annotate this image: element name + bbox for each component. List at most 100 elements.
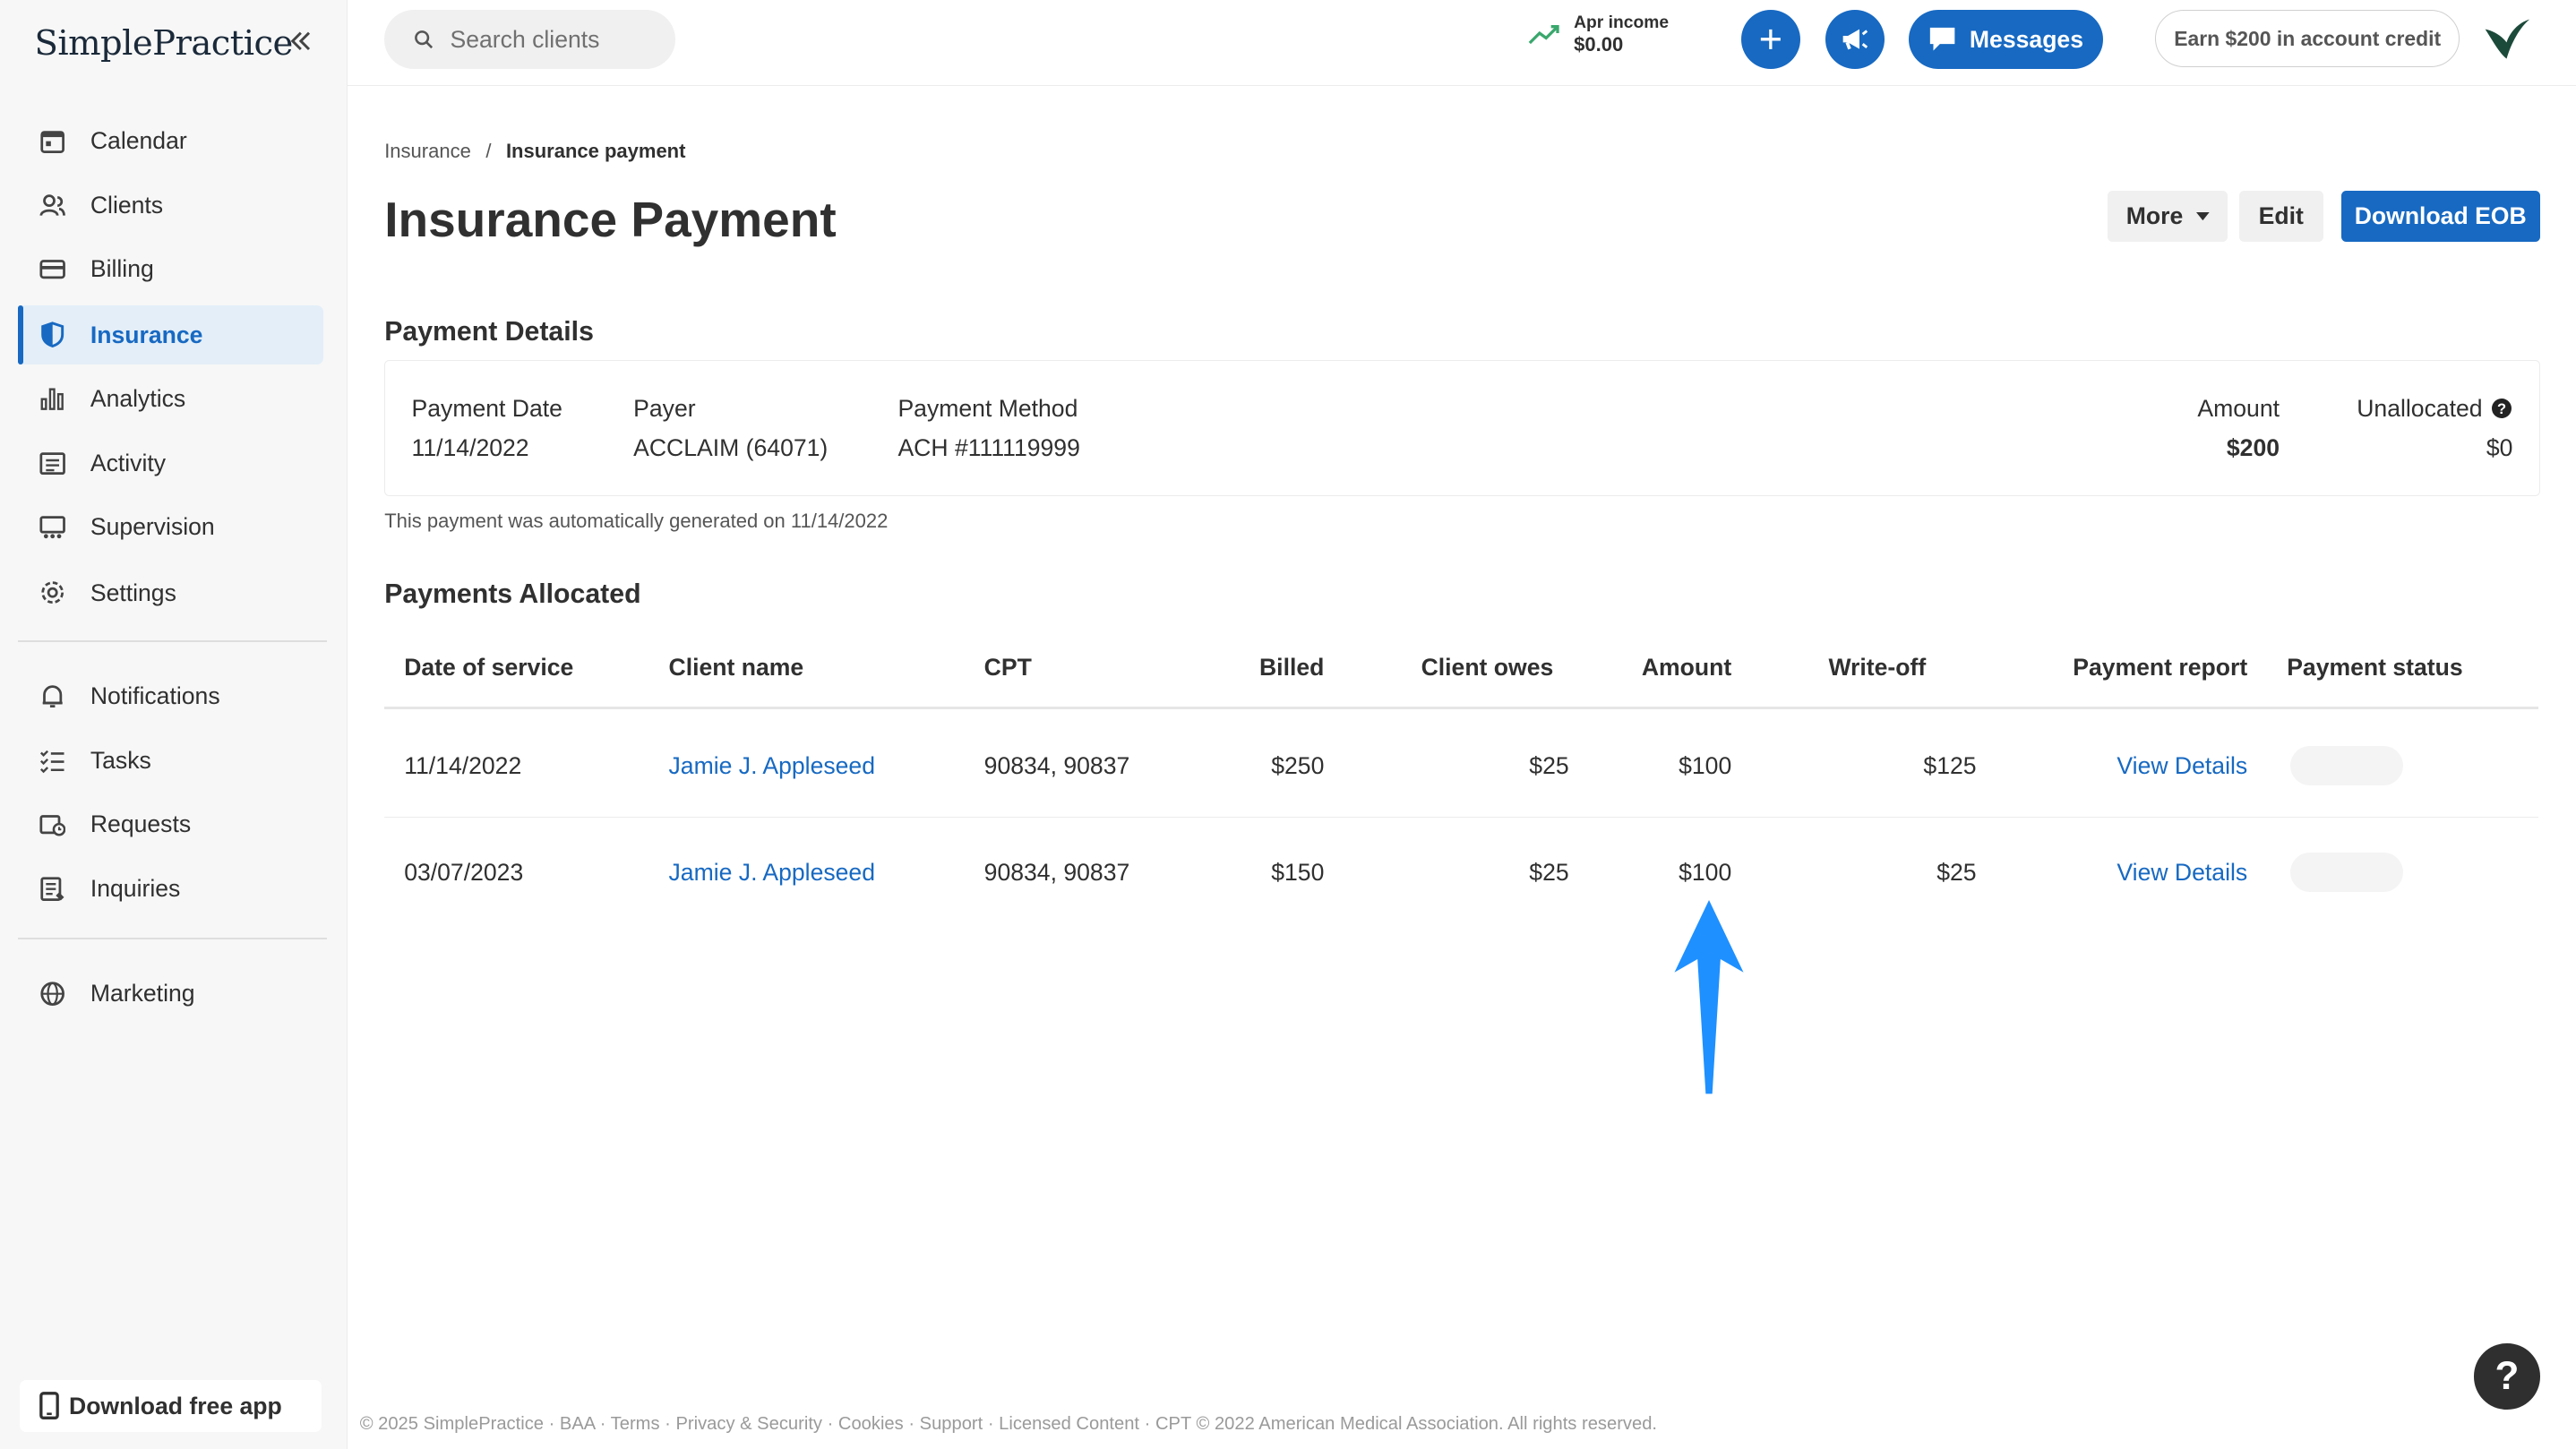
footer-links[interactable]: © 2025 SimplePractice · BAA · Terms · Pr… — [360, 1414, 1657, 1435]
sidebar-item-requests[interactable]: Requests — [18, 795, 323, 854]
sidebar-item-label: Activity — [90, 449, 167, 476]
requests-icon — [38, 810, 67, 839]
sidebar-item-label: Marketing — [90, 980, 195, 1007]
caret-down-icon — [2195, 211, 2210, 220]
payment-date-value: 11/14/2022 — [411, 434, 529, 462]
income-label: Apr income — [1574, 13, 1670, 32]
breadcrumb-current: Insurance payment — [505, 139, 686, 162]
column-header: Client name — [668, 654, 804, 681]
payment-status-badge — [2289, 852, 2404, 892]
sidebar-item-marketing[interactable]: Marketing — [18, 965, 323, 1024]
globe-icon — [38, 979, 67, 1008]
sidebar-divider — [18, 938, 327, 940]
help-button[interactable]: ? — [2474, 1343, 2540, 1410]
plus-icon — [1759, 28, 1782, 51]
sidebar-item-calendar[interactable]: Calendar — [18, 112, 323, 171]
clients-icon — [38, 191, 67, 220]
phone-icon — [39, 1392, 59, 1420]
bell-icon — [38, 682, 67, 711]
messages-label: Messages — [1969, 25, 2083, 53]
chat-icon — [1928, 26, 1956, 52]
collapse-sidebar-icon[interactable] — [289, 30, 313, 60]
activity-icon — [38, 449, 67, 478]
search-icon — [414, 30, 434, 49]
cell-cpt: 90834, 90837 — [983, 859, 1130, 887]
more-button[interactable]: More — [2108, 190, 2228, 242]
download-eob-label: Download EOB — [2354, 201, 2527, 229]
trend-up-icon — [1528, 23, 1561, 47]
edit-button[interactable]: Edit — [2239, 190, 2323, 242]
sidebar-item-label: Settings — [90, 579, 176, 606]
cell-billed: $150 — [1271, 859, 1325, 887]
sidebar-item-supervision[interactable]: Supervision — [18, 498, 323, 557]
column-header: CPT — [983, 654, 1032, 681]
brand-leaf-icon[interactable] — [2482, 16, 2531, 69]
sidebar-item-label: Clients — [90, 191, 164, 219]
income-widget[interactable]: Apr income $0.00 — [1528, 13, 1669, 56]
client-name-link[interactable]: Jamie J. Appleseed — [669, 859, 875, 887]
sidebar-item-label: Tasks — [90, 746, 151, 774]
income-value: $0.00 — [1574, 32, 1624, 56]
sidebar-item-notifications[interactable]: Notifications — [18, 667, 323, 726]
app-logo[interactable]: SimplePractice — [35, 23, 294, 64]
cell-write-off: $125 — [1923, 752, 1977, 780]
sidebar-item-clients[interactable]: Clients — [18, 176, 323, 235]
search-input[interactable] — [446, 23, 667, 56]
earn-credit-label: Earn $200 in account credit — [2174, 26, 2442, 50]
sidebar-item-label: Inquiries — [90, 874, 181, 902]
sidebar: SimplePractice Calendar Clients Billing … — [0, 0, 348, 1449]
sidebar-divider — [18, 640, 327, 643]
messages-button[interactable]: Messages — [1909, 10, 2103, 70]
breadcrumb-separator: / — [485, 139, 492, 162]
auto-generated-note: This payment was automatically generated… — [384, 509, 889, 532]
earn-credit-button[interactable]: Earn $200 in account credit — [2155, 10, 2460, 68]
help-circle-icon[interactable]: ? — [2491, 395, 2512, 425]
column-header: Payment report — [2073, 654, 2248, 681]
amount-label: Amount — [2197, 395, 2280, 423]
page-title: Insurance Payment — [384, 191, 837, 247]
sidebar-item-billing[interactable]: Billing — [18, 240, 323, 299]
cell-date: 03/07/2023 — [404, 859, 524, 887]
sidebar-item-label: Analytics — [90, 385, 186, 413]
payment-method-label: Payment Method — [897, 395, 1078, 423]
svg-text:?: ? — [2497, 401, 2506, 417]
payer-label: Payer — [633, 395, 696, 423]
column-header: Write-off — [1828, 654, 1927, 681]
sidebar-item-label: Calendar — [90, 127, 187, 155]
cell-amount: $100 — [1679, 859, 1732, 887]
view-details-link[interactable]: View Details — [2117, 752, 2247, 780]
column-header: Amount — [1641, 654, 1732, 681]
add-button[interactable] — [1741, 10, 1801, 70]
sidebar-item-insurance[interactable]: Insurance — [18, 305, 324, 365]
breadcrumb-parent-link[interactable]: Insurance — [384, 140, 471, 162]
table-header-divider — [384, 706, 2538, 710]
payments-allocated-heading: Payments Allocated — [384, 579, 641, 610]
sidebar-item-tasks[interactable]: Tasks — [18, 731, 323, 790]
view-details-link[interactable]: View Details — [2117, 859, 2247, 887]
payment-details-card: Payment Date 11/14/2022 Payer ACCLAIM (6… — [384, 359, 2540, 497]
sidebar-item-inquiries[interactable]: Inquiries — [18, 859, 323, 918]
download-eob-button[interactable]: Download EOB — [2340, 190, 2540, 242]
sidebar-item-settings[interactable]: Settings — [18, 563, 323, 622]
tasks-icon — [38, 746, 67, 776]
cell-date: 11/14/2022 — [404, 752, 522, 780]
calendar-icon — [38, 126, 67, 156]
cell-amount: $100 — [1679, 752, 1732, 780]
cell-cpt: 90834, 90837 — [983, 752, 1130, 780]
client-name-link[interactable]: Jamie J. Appleseed — [669, 752, 875, 780]
payer-value: ACCLAIM (64071) — [633, 434, 829, 462]
annotation-arrow-icon — [1674, 900, 1744, 1094]
unallocated-label: Unallocated — [2357, 395, 2483, 423]
download-app-button[interactable]: Download free app — [20, 1379, 322, 1433]
supervision-icon — [38, 512, 67, 542]
sidebar-item-analytics[interactable]: Analytics — [18, 370, 323, 429]
shield-icon — [38, 321, 67, 350]
search-box[interactable] — [384, 10, 675, 70]
payment-details-heading: Payment Details — [384, 317, 594, 347]
announcements-button[interactable] — [1825, 10, 1885, 70]
sidebar-item-label: Insurance — [90, 321, 203, 348]
column-header: Date of service — [404, 654, 574, 681]
more-label: More — [2125, 201, 2184, 229]
sidebar-item-activity[interactable]: Activity — [18, 433, 323, 493]
payment-status-badge — [2289, 745, 2404, 785]
